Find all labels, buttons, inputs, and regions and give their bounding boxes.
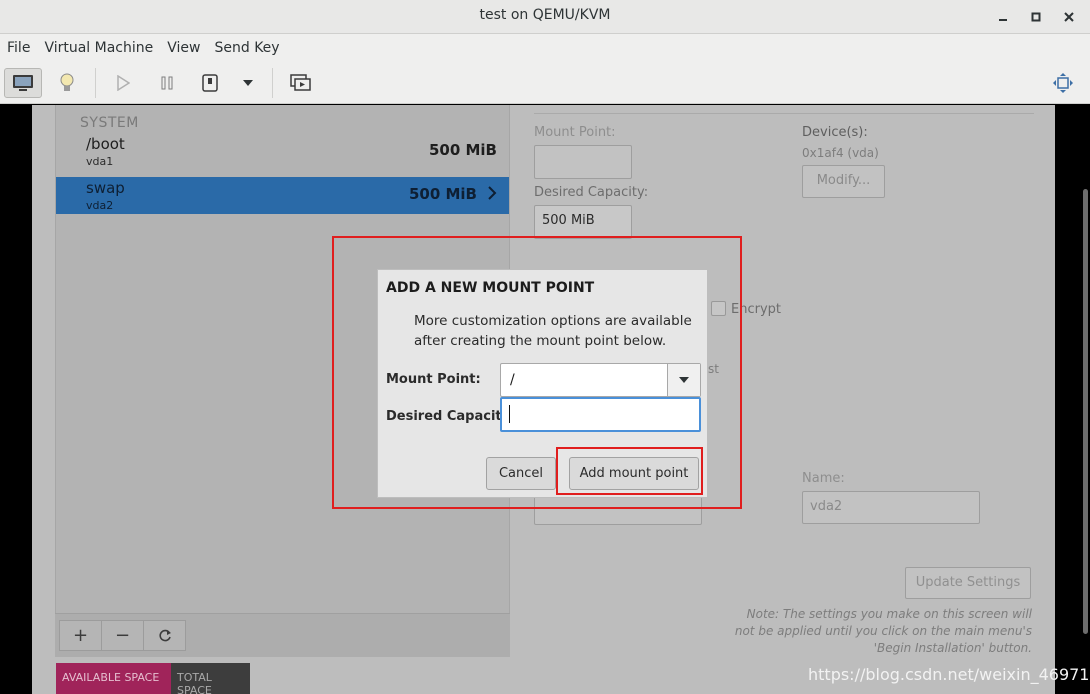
mount-point-name: swap (86, 179, 125, 197)
desired-capacity-label: Desired Capacity: (534, 185, 649, 200)
play-icon[interactable] (109, 68, 137, 98)
total-space-badge: TOTAL SPACE (171, 663, 250, 694)
fullscreen-icon[interactable] (1049, 68, 1077, 98)
guest-display: SYSTEM /boot vda1 500 MiB swap vda2 500 … (0, 105, 1090, 694)
add-mount-point-button[interactable]: + (59, 620, 102, 651)
dropdown-arrow-icon[interactable] (236, 68, 260, 98)
window-title: test on QEMU/KVM (479, 7, 611, 23)
devices-value: 0x1af4 (vda) (802, 146, 879, 160)
maximize-icon[interactable] (1027, 8, 1045, 26)
menu-view[interactable]: View (160, 40, 207, 56)
name-field[interactable]: vda2 (802, 491, 980, 524)
menu-file[interactable]: File (0, 40, 37, 56)
chevron-right-icon (487, 185, 497, 204)
snapshot-icon[interactable] (287, 68, 315, 98)
update-settings-button[interactable]: Update Settings (905, 567, 1031, 599)
refresh-button[interactable] (143, 620, 186, 651)
scrollbar-thumb[interactable] (1083, 189, 1088, 634)
mount-point-row-swap[interactable]: swap vda2 500 MiB (56, 177, 509, 214)
installer-screen: SYSTEM /boot vda1 500 MiB swap vda2 500 … (32, 105, 1055, 694)
mount-point-device: vda2 (86, 199, 114, 212)
annotation-box-add-button (556, 447, 703, 495)
toolbar-separator (272, 68, 273, 98)
lightbulb-icon[interactable] (52, 68, 82, 98)
mount-point-size: 500 MiB (408, 185, 477, 203)
mount-point-row-boot[interactable]: /boot vda1 500 MiB (56, 133, 509, 170)
desired-capacity-field[interactable]: 500 MiB (534, 205, 632, 239)
toolbar (0, 62, 1090, 104)
name-label: Name: (802, 471, 845, 486)
devices-label: Device(s): (802, 125, 868, 140)
mount-point-label: Mount Point: (534, 125, 616, 140)
menu-bar: File Virtual Machine View Send Key (0, 34, 1090, 62)
modify-button[interactable]: Modify... (802, 165, 885, 198)
remove-mount-point-button[interactable]: − (101, 620, 144, 651)
toolbar-separator (95, 68, 96, 98)
mount-point-size: 500 MiB (428, 141, 497, 159)
refresh-icon (158, 629, 171, 641)
mount-point-field[interactable] (534, 145, 632, 179)
menu-send-key[interactable]: Send Key (207, 40, 286, 56)
mount-point-device: vda1 (86, 155, 114, 168)
app-window: test on QEMU/KVM File Virtual Machine Vi… (0, 0, 1090, 694)
mount-point-name: /boot (86, 135, 125, 153)
power-icon[interactable] (196, 68, 224, 98)
section-label: SYSTEM (80, 115, 139, 131)
watermark-text: https://blog.csdn.net/weixin_46971894 (808, 665, 1090, 684)
menu-virtual-machine[interactable]: Virtual Machine (37, 40, 160, 56)
list-toolbar: + − (55, 613, 510, 657)
divider (534, 113, 1034, 114)
monitor-icon[interactable] (4, 68, 42, 98)
title-bar: test on QEMU/KVM (0, 0, 1090, 34)
pause-icon[interactable] (153, 68, 181, 98)
available-space-badge: AVAILABLE SPACE (56, 663, 189, 694)
minimize-icon[interactable] (994, 8, 1012, 26)
settings-note: Note: The settings you make on this scre… (734, 607, 1032, 655)
close-icon[interactable] (1060, 8, 1078, 26)
